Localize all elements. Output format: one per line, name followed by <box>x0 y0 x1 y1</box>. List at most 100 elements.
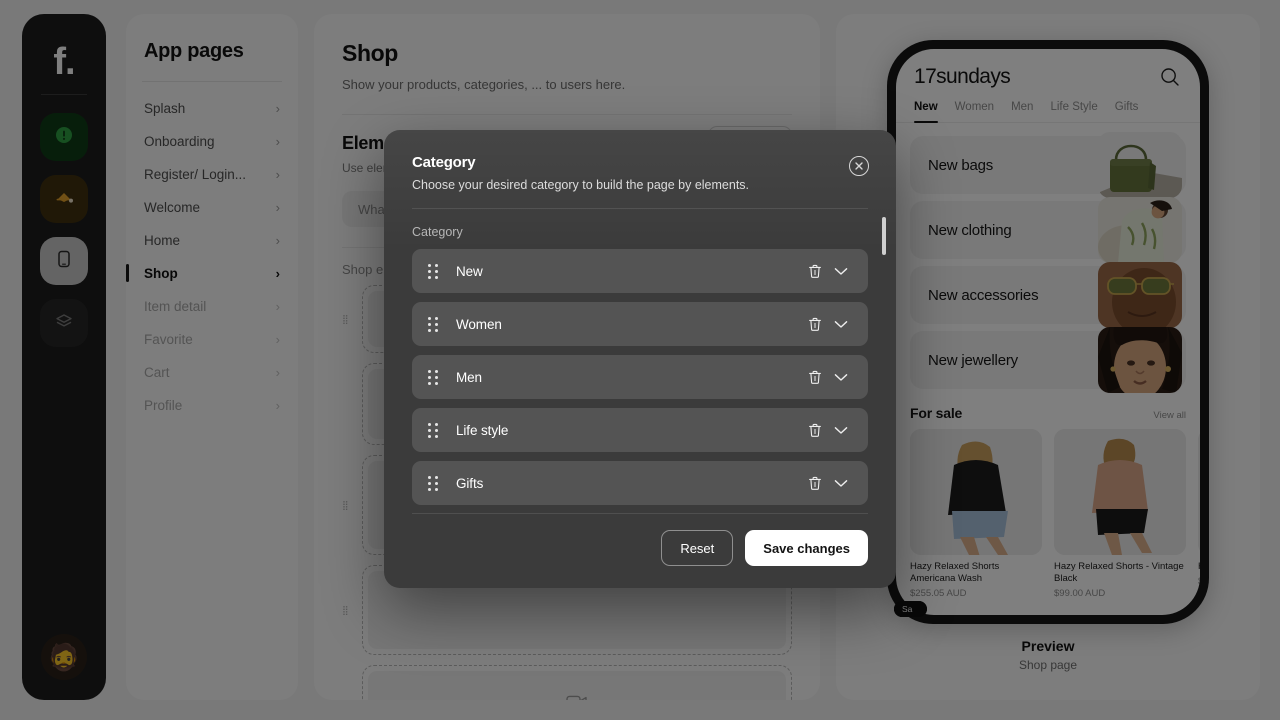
sidebar-item-splash[interactable]: Splash › <box>126 92 298 125</box>
category-row-women[interactable]: Women <box>412 302 868 346</box>
tab-women[interactable]: Women <box>955 101 994 122</box>
tab-gifts[interactable]: Gifts <box>1115 101 1139 122</box>
modal-scrollbar-track[interactable] <box>882 217 886 513</box>
sidebar-item-item-detail[interactable]: Item detail › <box>126 290 298 323</box>
drag-handle-icon[interactable] <box>428 422 440 438</box>
sidebar-item-shop[interactable]: Shop › <box>126 257 298 290</box>
category-row-life-style[interactable]: Life style <box>412 408 868 452</box>
chevron-right-icon: › <box>275 233 280 248</box>
close-icon[interactable] <box>849 156 869 176</box>
drag-handle-icon[interactable]: ⣿ <box>342 605 354 615</box>
woman-floral-dress-thumb <box>1098 197 1182 263</box>
product-card[interactable]: Sale Hazy Relaxed Shorts Americana Wash … <box>894 429 1042 617</box>
sidebar-item-favorite[interactable]: Favorite › <box>126 323 298 356</box>
drag-handle-icon[interactable]: ⣿ <box>342 314 354 324</box>
product-price: $99.00 AUD <box>1054 588 1106 600</box>
rail-item-pages[interactable] <box>40 237 88 285</box>
sidebar-item-home[interactable]: Home › <box>126 224 298 257</box>
sidebar-item-label: Favorite <box>144 332 193 347</box>
chevron-right-icon: › <box>275 167 280 182</box>
chevron-right-icon: › <box>275 134 280 149</box>
phone-content: New bags New clothing New accessories Ne… <box>894 123 1200 617</box>
chevron-down-icon[interactable] <box>828 373 854 382</box>
layers-icon <box>53 310 75 337</box>
category-modal: Category Choose your desired category to… <box>384 130 896 588</box>
rail-icon-group <box>40 113 88 347</box>
category-card-new-clothing[interactable]: New clothing <box>910 197 1186 263</box>
chevron-down-icon[interactable] <box>828 426 854 435</box>
category-card-new-accessories[interactable]: New accessories <box>910 262 1186 328</box>
category-row-label: Gifts <box>456 475 484 491</box>
sidebar-item-onboarding[interactable]: Onboarding › <box>126 125 298 158</box>
category-row-men[interactable]: Men <box>412 355 868 399</box>
chevron-right-icon: › <box>275 266 280 281</box>
drag-handle-icon[interactable] <box>428 475 440 491</box>
rail-item-theme[interactable] <box>40 175 88 223</box>
chevron-down-icon[interactable] <box>828 267 854 276</box>
rail-item-layers[interactable] <box>40 299 88 347</box>
chevron-down-icon[interactable] <box>828 320 854 329</box>
category-row-label: New <box>456 263 483 279</box>
sidebar-item-label: Splash <box>144 101 186 116</box>
image-video-body: Image/ Video <box>368 671 786 700</box>
drag-handle-icon[interactable]: ⣿ <box>342 500 354 510</box>
rail-item-alerts[interactable] <box>40 113 88 161</box>
category-row-label: Life style <box>456 422 509 438</box>
category-card-label: New bags <box>928 156 994 174</box>
save-changes-button[interactable]: Save changes <box>745 530 868 566</box>
trash-icon[interactable] <box>802 476 828 491</box>
chevron-down-icon[interactable] <box>828 479 854 488</box>
avatar[interactable]: 🧔 <box>41 634 87 680</box>
view-all-link[interactable]: View all <box>1153 410 1186 421</box>
product-price: $54 <box>1198 576 1200 587</box>
product-price: $255.05 AUD <box>910 588 967 600</box>
sidebar-item-label: Welcome <box>144 200 201 215</box>
modal-title: Category <box>412 154 476 171</box>
chevron-right-icon: › <box>275 398 280 413</box>
sidebar-item-welcome[interactable]: Welcome › <box>126 191 298 224</box>
preview-title: Preview <box>1021 638 1075 654</box>
man-sunglasses-thumb <box>1098 262 1182 328</box>
modal-scrollbar-thumb[interactable] <box>882 217 886 255</box>
drag-handle-icon[interactable] <box>428 263 440 279</box>
category-row-new[interactable]: New <box>412 249 868 293</box>
tab-new[interactable]: New <box>914 101 938 123</box>
trash-icon[interactable] <box>802 317 828 332</box>
sidebar-item-label: Register/ Login... <box>144 167 247 182</box>
category-field-label: Category <box>412 225 463 239</box>
phone-topbar: 17sundays <box>896 49 1200 101</box>
product-card[interactable]: Sa Hazy Short $54 <box>894 429 1200 617</box>
tab-men[interactable]: Men <box>1011 101 1033 122</box>
category-row-gifts[interactable]: Gifts <box>412 461 868 505</box>
rail-divider <box>41 94 87 95</box>
sidebar-item-label: Shop <box>144 266 178 281</box>
category-card-new-bags[interactable]: New bags <box>910 132 1186 198</box>
image-video-placeholder-row[interactable]: ⣿ Image/ Video <box>342 665 792 700</box>
image-video-dropzone[interactable]: Image/ Video <box>362 665 792 700</box>
sidebar-item-label: Cart <box>144 365 170 380</box>
sidebar-item-cart[interactable]: Cart › <box>126 356 298 389</box>
for-sale-title: For sale <box>910 405 963 421</box>
product-name: Hazy Short <box>1198 561 1200 573</box>
drag-handle-icon[interactable] <box>428 316 440 332</box>
trash-icon[interactable] <box>802 423 828 438</box>
reset-button[interactable]: Reset <box>661 530 734 566</box>
trash-icon[interactable] <box>802 370 828 385</box>
sidebar-item-register-login[interactable]: Register/ Login... › <box>126 158 298 191</box>
phone-brand: 17sundays <box>914 65 1011 88</box>
phone-tabbar: New Women Men Life Style Gifts <box>896 101 1200 123</box>
app-logo: f. <box>53 41 75 83</box>
preview-subtitle: Shop page <box>1018 658 1078 672</box>
product-card[interactable]: Sale Hazy Relaxed Shorts - Vintage Black… <box>894 429 1186 617</box>
category-card-label: New clothing <box>928 221 1012 239</box>
category-card-new-jewellery[interactable]: New jewellery <box>910 327 1186 393</box>
tab-life-style[interactable]: Life Style <box>1050 101 1097 122</box>
trash-icon[interactable] <box>802 264 828 279</box>
preview-panel: 17sundays New Women Men Life Style Gifts <box>836 14 1260 700</box>
modal-body: Category New Women Men Life style Gifts <box>384 209 896 513</box>
category-row-label: Women <box>456 316 502 332</box>
canvas-subtitle: Show your products, categories, ... to u… <box>342 77 626 92</box>
drag-handle-icon[interactable] <box>428 369 440 385</box>
search-icon[interactable] <box>1158 65 1182 89</box>
sidebar-item-profile[interactable]: Profile › <box>126 389 298 422</box>
